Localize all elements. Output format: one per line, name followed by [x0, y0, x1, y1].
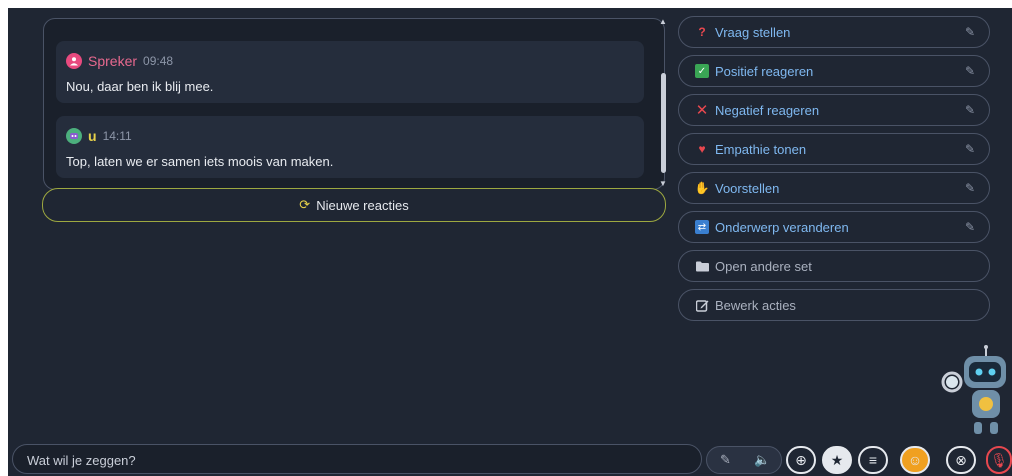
action-label: Positief reageren — [715, 63, 814, 79]
action-empathy[interactable]: ♥ Empathie tonen ✎ — [678, 133, 990, 165]
check-icon: ✓ — [695, 64, 709, 78]
magic-wand-icon[interactable]: ✎ — [965, 25, 975, 39]
action-negative[interactable]: ✕ Negatief reageren ✎ — [678, 94, 990, 126]
message-time: 09:48 — [143, 54, 174, 68]
action-label: Negatief reageren — [715, 102, 820, 118]
message-author: Spreker — [88, 53, 138, 69]
action-label: Open andere set — [715, 258, 812, 274]
emoji-button[interactable]: ☺ — [900, 446, 930, 474]
magic-wand-icon[interactable]: ✎ — [965, 142, 975, 156]
microphone-icon: 🎙 — [990, 451, 1008, 468]
scrollbar-thumb[interactable] — [661, 73, 666, 173]
close-circle-icon: ⊗ — [955, 451, 967, 468]
new-reactions-label: Nieuwe reacties — [316, 197, 409, 213]
action-change-topic[interactable]: ⇄ Onderwerp veranderen ✎ — [678, 211, 990, 243]
message-header: Spreker 09:48 — [66, 51, 173, 71]
action-label: Bewerk acties — [715, 297, 796, 313]
action-propose[interactable]: ✋ Voorstellen ✎ — [678, 172, 990, 204]
message-header: u 14:11 — [66, 126, 132, 146]
magic-wand-icon[interactable]: ✎ — [965, 181, 975, 195]
star-icon: ★ — [830, 451, 844, 468]
edit-icon — [695, 298, 709, 312]
scroll-down-arrow-icon[interactable]: ▼ — [659, 180, 667, 188]
action-label: Vraag stellen — [715, 24, 791, 40]
microphone-button[interactable]: 🎙 — [986, 446, 1012, 474]
menu-icon: ≡ — [868, 452, 878, 468]
cross-icon: ✕ — [695, 102, 709, 119]
magic-wand-icon[interactable]: ✎ — [965, 103, 975, 117]
smiley-icon: ☺ — [907, 452, 923, 468]
refresh-icon: ⟳ — [299, 197, 311, 212]
folder-icon — [695, 259, 709, 273]
chat-message: u 14:11 Top, laten we er samen iets mooi… — [56, 116, 644, 178]
magic-wand-icon[interactable]: ✎ — [965, 64, 975, 78]
action-positive[interactable]: ✓ Positief reageren ✎ — [678, 55, 990, 87]
message-input[interactable] — [25, 445, 699, 475]
edit-actions-button[interactable]: Bewerk acties — [678, 289, 990, 321]
action-list: ? Vraag stellen ✎ ✓ Positief reageren ✎ … — [678, 16, 990, 328]
favorites-button[interactable]: ★ — [822, 446, 852, 474]
user-avatar-icon — [66, 53, 82, 69]
hand-icon: ✋ — [694, 181, 710, 195]
clear-button[interactable]: ⊗ — [946, 446, 976, 474]
new-reactions-button[interactable]: ⟳ Nieuwe reacties — [42, 188, 666, 222]
app-window: Spreker 09:48 Nou, daar ben ik blij mee.… — [8, 8, 1012, 476]
message-text: Nou, daar ben ik blij mee. — [66, 79, 214, 94]
action-label: Onderwerp veranderen — [715, 219, 849, 235]
swap-icon: ⇄ — [695, 220, 709, 234]
action-label: Voorstellen — [715, 180, 780, 196]
magic-wand-icon[interactable]: ✎ — [965, 220, 975, 234]
chat-scrollbar[interactable]: ▲ ▼ — [658, 18, 668, 188]
user-avatar-icon — [66, 128, 82, 144]
robot-mascot-icon[interactable] — [938, 344, 1010, 440]
action-label: Empathie tonen — [715, 141, 807, 157]
assist-toggle-group: ✎ 🔈 — [706, 446, 782, 474]
plus-bubble-icon: ⊕ — [795, 451, 807, 468]
speaker-icon[interactable]: 🔈 — [744, 452, 781, 468]
message-time: 14:11 — [102, 129, 132, 143]
heart-icon: ♥ — [698, 142, 706, 156]
chat-log: Spreker 09:48 Nou, daar ben ik blij mee.… — [43, 18, 665, 190]
action-ask-question[interactable]: ? Vraag stellen ✎ — [678, 16, 990, 48]
magic-wand-icon[interactable]: ✎ — [707, 452, 744, 468]
message-author: u — [88, 128, 97, 144]
message-text: Top, laten we er samen iets moois van ma… — [66, 154, 334, 169]
add-message-button[interactable]: ⊕ — [786, 446, 816, 474]
open-other-set-button[interactable]: Open andere set — [678, 250, 990, 282]
scroll-up-arrow-icon[interactable]: ▲ — [659, 18, 667, 26]
message-input-wrapper — [12, 444, 702, 475]
menu-button[interactable]: ≡ — [858, 446, 888, 474]
chat-message: Spreker 09:48 Nou, daar ben ik blij mee. — [56, 41, 644, 103]
question-icon: ? — [698, 25, 706, 39]
